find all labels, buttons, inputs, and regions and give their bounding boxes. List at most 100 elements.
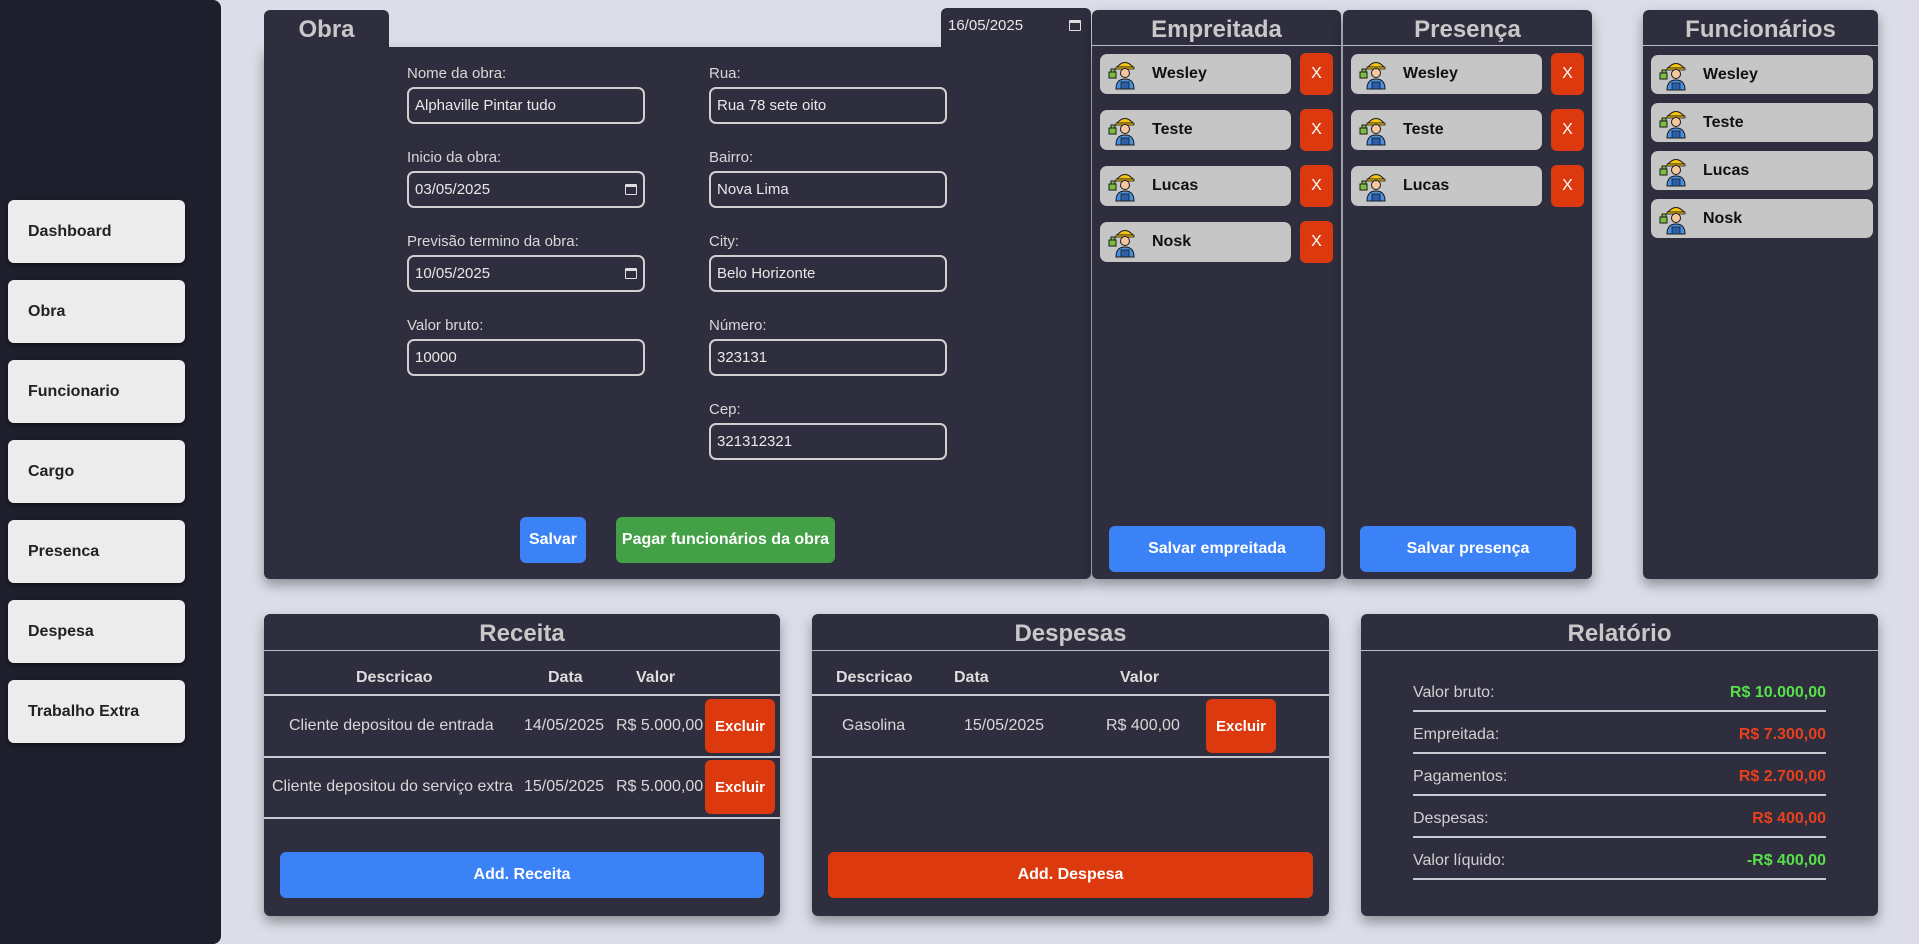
add-receita-button[interactable]: Add. Receita — [280, 852, 764, 898]
funcionario-item[interactable]: Lucas — [1651, 151, 1873, 190]
employee-name: Teste — [1703, 113, 1744, 131]
empreitada-item[interactable]: Nosk — [1100, 222, 1291, 262]
nome-value: Alphaville Pintar tudo — [415, 97, 556, 114]
despesas-title: Despesas — [1014, 620, 1127, 647]
remove-employee-button[interactable]: X — [1551, 53, 1584, 95]
divider — [264, 756, 780, 758]
relatorio-value: R$ 400,00 — [1752, 810, 1826, 827]
receita-header-descricao: Descricao — [356, 669, 433, 686]
empreitada-panel: Empreitada Wesley X Teste X Lucas X Nosk X Salv… — [1092, 10, 1341, 579]
presenca-item[interactable]: Lucas — [1351, 166, 1542, 206]
relatorio-value: R$ 2.700,00 — [1738, 768, 1826, 785]
worker-avatar-icon — [1659, 62, 1686, 90]
employee-name: Wesley — [1403, 65, 1458, 82]
bairro-label: Bairro: — [709, 149, 754, 166]
divider — [812, 694, 1329, 696]
divider — [1413, 878, 1826, 880]
sidebar: Dashboard Obra Funcionario Cargo Presenc… — [0, 0, 221, 944]
despesas-header-descricao: Descricao — [836, 669, 913, 686]
nav-presenca-button[interactable]: Presenca — [8, 520, 185, 583]
nome-label: Nome da obra: — [407, 65, 507, 82]
worker-avatar-icon — [1659, 206, 1686, 234]
bairro-input[interactable]: Nova Lima — [709, 171, 947, 208]
remove-employee-button[interactable]: X — [1300, 165, 1333, 207]
nav-despesa-button[interactable]: Despesa — [8, 600, 185, 663]
bairro-value: Nova Lima — [717, 181, 789, 198]
worker-avatar-icon — [1659, 110, 1686, 138]
divider — [264, 650, 780, 651]
receita-header-data: Data — [548, 669, 583, 686]
relatorio-value: -R$ 400,00 — [1746, 852, 1826, 869]
rua-label: Rua: — [709, 65, 741, 82]
despesas-excluir-button[interactable]: Excluir — [1206, 699, 1276, 753]
cep-input[interactable]: 321312321 — [709, 423, 947, 460]
remove-employee-button[interactable]: X — [1300, 221, 1333, 263]
divider — [812, 650, 1329, 651]
numero-label: Número: — [709, 317, 767, 334]
nav-obra-button[interactable]: Obra — [8, 280, 185, 343]
relatorio-label: Despesas: — [1413, 810, 1489, 827]
presenca-item[interactable]: Wesley — [1351, 54, 1542, 94]
rua-value: Rua 78 sete oito — [717, 97, 827, 114]
salvar-obra-button[interactable]: Salvar — [520, 517, 586, 563]
remove-employee-button[interactable]: X — [1300, 53, 1333, 95]
presenca-item[interactable]: Teste — [1351, 110, 1542, 150]
funcionarios-panel: Funcionários Wesley Teste Lucas Nosk — [1643, 10, 1878, 579]
receita-row-descricao: Cliente depositou de entrada — [289, 717, 494, 734]
salvar-presenca-button[interactable]: Salvar presença — [1360, 526, 1576, 572]
despesas-header-data: Data — [954, 669, 989, 686]
inicio-value: 03/05/2025 — [415, 181, 491, 198]
relatorio-value: R$ 10.000,00 — [1729, 684, 1826, 701]
valor-bruto-value: 10000 — [415, 349, 457, 366]
receita-row-data: 15/05/2025 — [524, 778, 605, 795]
city-input[interactable]: Belo Horizonte — [709, 255, 947, 292]
nav-trabalho-extra-button[interactable]: Trabalho Extra — [8, 680, 185, 743]
receita-header-valor: Valor — [636, 669, 676, 686]
pagar-funcionarios-button[interactable]: Pagar funcionários da obra — [616, 517, 835, 563]
remove-employee-button[interactable]: X — [1551, 165, 1584, 207]
salvar-empreitada-button[interactable]: Salvar empreitada — [1109, 526, 1325, 572]
divider — [1413, 794, 1826, 796]
empreitada-item[interactable]: Teste — [1100, 110, 1291, 150]
previsao-value: 10/05/2025 — [415, 265, 491, 282]
worker-avatar-icon — [1359, 174, 1386, 202]
remove-employee-button[interactable]: X — [1300, 109, 1333, 151]
previsao-label: Previsão termino da obra: — [407, 233, 579, 250]
receita-row-descricao: Cliente depositou do serviço extra — [272, 778, 514, 795]
employee-name: Nosk — [1703, 209, 1743, 227]
add-despesa-button[interactable]: Add. Despesa — [828, 852, 1313, 898]
nome-input[interactable]: Alphaville Pintar tudo — [407, 87, 645, 124]
remove-employee-button[interactable]: X — [1551, 109, 1584, 151]
employee-name: Lucas — [1152, 177, 1199, 194]
divider — [1413, 752, 1826, 754]
employee-name: Wesley — [1703, 65, 1758, 83]
divider — [1413, 836, 1826, 838]
divider — [1343, 45, 1592, 46]
relatorio-label: Valor líquido: — [1413, 852, 1506, 869]
despesas-row-data: 15/05/2025 — [964, 717, 1045, 734]
nav-dashboard-button[interactable]: Dashboard — [8, 200, 185, 263]
inicio-date-input[interactable]: 03/05/2025 — [407, 171, 645, 208]
receita-excluir-button[interactable]: Excluir — [705, 699, 775, 753]
funcionario-item[interactable]: Teste — [1651, 103, 1873, 142]
rua-input[interactable]: Rua 78 sete oito — [709, 87, 947, 124]
previsao-date-input[interactable]: 10/05/2025 — [407, 255, 645, 292]
divider — [1361, 650, 1878, 651]
valor-bruto-label: Valor bruto: — [407, 317, 484, 334]
divider — [1413, 710, 1826, 712]
numero-input[interactable]: 323131 — [709, 339, 947, 376]
empreitada-title: Empreitada — [1151, 16, 1282, 43]
empreitada-item[interactable]: Wesley — [1100, 54, 1291, 94]
empreitada-item[interactable]: Lucas — [1100, 166, 1291, 206]
receita-excluir-button[interactable]: Excluir — [705, 760, 775, 814]
employee-name: Teste — [1152, 121, 1193, 138]
valor-bruto-input[interactable]: 10000 — [407, 339, 645, 376]
employee-name: Nosk — [1152, 233, 1192, 250]
nav-funcionario-button[interactable]: Funcionario — [8, 360, 185, 423]
nav-cargo-button[interactable]: Cargo — [8, 440, 185, 503]
obra-date-picker[interactable]: 16/05/2025 — [942, 9, 1087, 41]
receita-panel: Receita Descricao Data Valor Cliente dep… — [264, 614, 780, 916]
funcionario-item[interactable]: Wesley — [1651, 55, 1873, 94]
funcionario-item[interactable]: Nosk — [1651, 199, 1873, 238]
relatorio-title: Relatório — [1567, 620, 1672, 647]
